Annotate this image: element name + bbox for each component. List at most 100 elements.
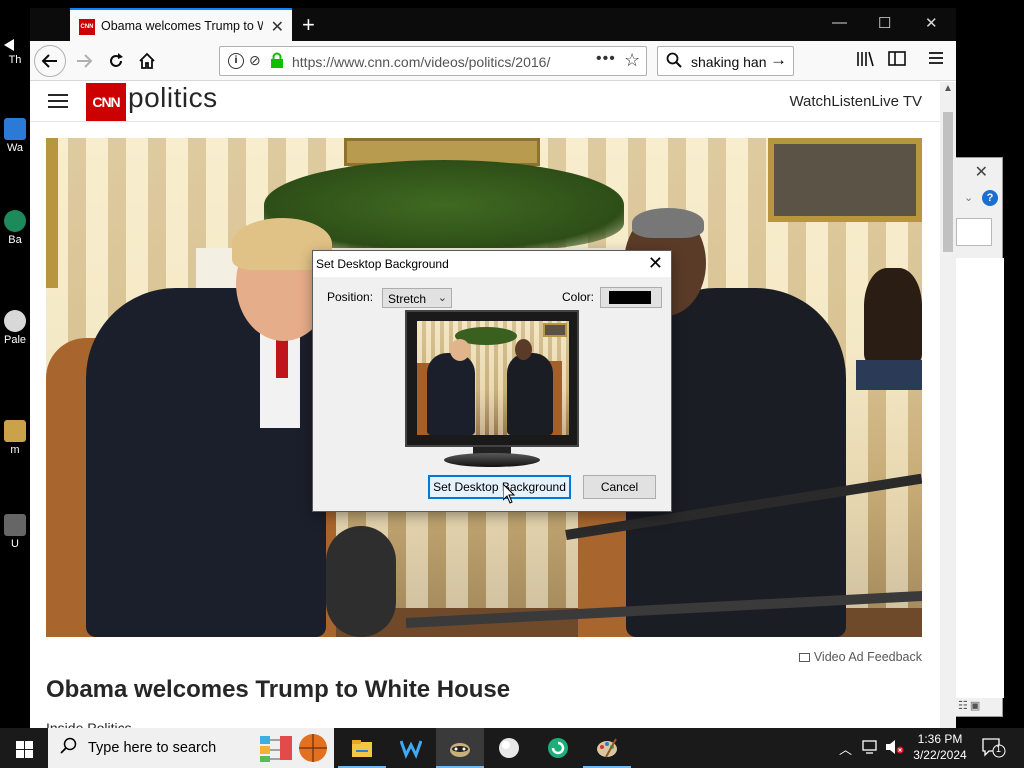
cnn-logo[interactable]: CNN — [86, 83, 126, 121]
dialog-title: Set Desktop Background — [316, 257, 449, 271]
preview-right-head — [515, 339, 532, 360]
menu-icon[interactable] — [928, 50, 944, 71]
bookmark-star-icon[interactable]: ☆ — [624, 50, 640, 71]
home-icon — [139, 52, 155, 69]
search-bar[interactable]: shaking han → — [657, 46, 794, 76]
app-icon — [4, 420, 26, 442]
tracking-protection-icon[interactable]: ⊘ — [249, 52, 261, 69]
cnn-favicon-icon: CNN — [79, 19, 95, 35]
page-headline: Obama welcomes Trump to White House — [46, 676, 511, 703]
network-icon[interactable] — [862, 739, 880, 768]
set-desktop-background-button[interactable]: Set Desktop Background — [428, 475, 571, 499]
desktop-icon-u[interactable]: U — [0, 514, 30, 550]
close-icon[interactable]: ✕ — [271, 17, 284, 37]
preview-right-person — [507, 353, 553, 435]
hamburger-menu-icon[interactable] — [48, 91, 68, 111]
taskbar-paint-app[interactable] — [583, 728, 631, 768]
address-field[interactable] — [956, 218, 992, 246]
minimize-icon[interactable]: — — [832, 14, 847, 31]
info-icon[interactable]: i — [228, 53, 244, 69]
desktop-icon-ba[interactable]: Ba — [0, 210, 30, 246]
home-button[interactable] — [133, 47, 161, 75]
desktop-icon-m[interactable]: m — [0, 420, 30, 456]
position-label: Position: — [327, 290, 374, 304]
page-scrollbar[interactable]: ▲ — [940, 82, 956, 728]
forward-button[interactable] — [70, 47, 98, 75]
volume-muted-icon[interactable] — [885, 739, 905, 768]
video-ad-feedback-link[interactable]: Video Ad Feedback — [798, 650, 922, 664]
desktop-icon-wa[interactable]: Wa — [0, 118, 30, 154]
app-icon — [4, 310, 26, 332]
maximize-icon[interactable]: ☐ — [878, 14, 891, 32]
preview-painting — [543, 323, 567, 337]
feedback-icon — [798, 653, 810, 662]
tab-strip: CNN Obama welcomes Trump to W ✕ + — ☐ ✕ — [30, 8, 956, 41]
page-actions-icon[interactable]: ••• — [596, 50, 616, 68]
tab-cnn[interactable]: CNN Obama welcomes Trump to W ✕ — [70, 8, 292, 41]
section-title[interactable]: politics — [128, 82, 218, 114]
back-arrow-icon — [41, 54, 57, 68]
sidebar-icon[interactable] — [888, 50, 906, 73]
back-button[interactable] — [34, 45, 66, 77]
right-person-hair — [632, 208, 704, 238]
green-circle-app-icon — [547, 737, 569, 759]
notification-count-badge: 1 — [996, 744, 1002, 754]
url-bar[interactable]: i ⊘ https://www.cnn.com/videos/politics/… — [219, 46, 647, 76]
help-icon[interactable]: ? — [982, 190, 998, 206]
taskbar-raccoon-app[interactable] — [436, 728, 484, 768]
desktop-icon-pale[interactable]: Pale — [0, 310, 30, 346]
wall-frame-left — [46, 138, 58, 288]
close-icon[interactable]: ✕ — [975, 162, 988, 182]
close-window-icon[interactable]: ✕ — [925, 14, 938, 32]
scroll-up-arrow-icon[interactable]: ▲ — [943, 83, 953, 94]
show-hidden-icons-chevron-icon[interactable]: ︿ — [839, 739, 852, 768]
chevron-down-icon: ⌄ — [437, 292, 447, 304]
cnn-header: CNN politics WatchListenLive TV — [30, 82, 940, 122]
background-window[interactable]: ✕ ⌄ ? ☷▣ — [955, 157, 1004, 717]
new-tab-icon[interactable]: + — [302, 12, 315, 38]
reload-button[interactable] — [102, 47, 130, 75]
taskbar-green-app[interactable] — [534, 728, 582, 768]
cancel-button[interactable]: Cancel — [583, 475, 656, 499]
show-name[interactable]: Inside Politics — [46, 720, 132, 728]
taskbar-search-box[interactable]: Type here to search — [48, 728, 334, 768]
mouse-cursor-icon — [502, 482, 516, 504]
color-picker-button[interactable] — [600, 287, 662, 308]
url-text: https://www.cnn.com/videos/politics/2016… — [292, 54, 551, 70]
arrow-icon — [4, 38, 26, 52]
close-icon[interactable]: ✕ — [648, 253, 663, 274]
file-explorer-icon — [351, 737, 373, 759]
pedestal — [856, 360, 922, 390]
color-swatch — [609, 291, 651, 304]
start-button[interactable] — [0, 728, 48, 768]
action-center-icon[interactable]: 1 — [982, 738, 1006, 768]
taskbar-sphere-app[interactable] — [485, 728, 533, 768]
lock-icon[interactable] — [270, 52, 284, 69]
watch-listen-live-link[interactable]: WatchListenLive TV — [789, 93, 922, 110]
search-go-arrow-icon[interactable]: → — [770, 50, 787, 70]
system-clock[interactable]: 1:36 PM 3/22/2024 — [912, 731, 968, 763]
search-input[interactable]: shaking han — [691, 54, 767, 70]
clock-date: 3/22/2024 — [913, 748, 967, 762]
app-icon — [4, 210, 26, 232]
preview-image — [417, 321, 569, 435]
microphone — [326, 526, 396, 637]
view-toggle-icons[interactable]: ☷▣ — [958, 699, 982, 712]
chevron-down-icon[interactable]: ⌄ — [964, 191, 973, 204]
taskbar-winamp[interactable] — [387, 728, 435, 768]
set-desktop-background-dialog: Set Desktop Background ✕ Position: Stret… — [312, 250, 672, 512]
raccoon-app-icon — [449, 737, 471, 759]
preview-left-head — [450, 339, 470, 361]
scrollbar-thumb[interactable] — [943, 112, 953, 252]
desktop-icon-th[interactable]: Th — [0, 38, 30, 66]
forward-arrow-icon — [77, 54, 93, 68]
white-sphere-icon — [498, 737, 520, 759]
navigation-toolbar: i ⊘ https://www.cnn.com/videos/politics/… — [30, 41, 956, 81]
position-select[interactable]: Stretch ⌄ — [382, 288, 452, 308]
search-highlight-icon — [258, 732, 328, 764]
wall-painting — [768, 138, 922, 222]
search-placeholder: Type here to search — [88, 740, 217, 756]
library-icon[interactable] — [856, 50, 874, 73]
taskbar-file-explorer[interactable] — [338, 728, 386, 768]
dialog-titlebar[interactable]: Set Desktop Background ✕ — [313, 251, 671, 277]
